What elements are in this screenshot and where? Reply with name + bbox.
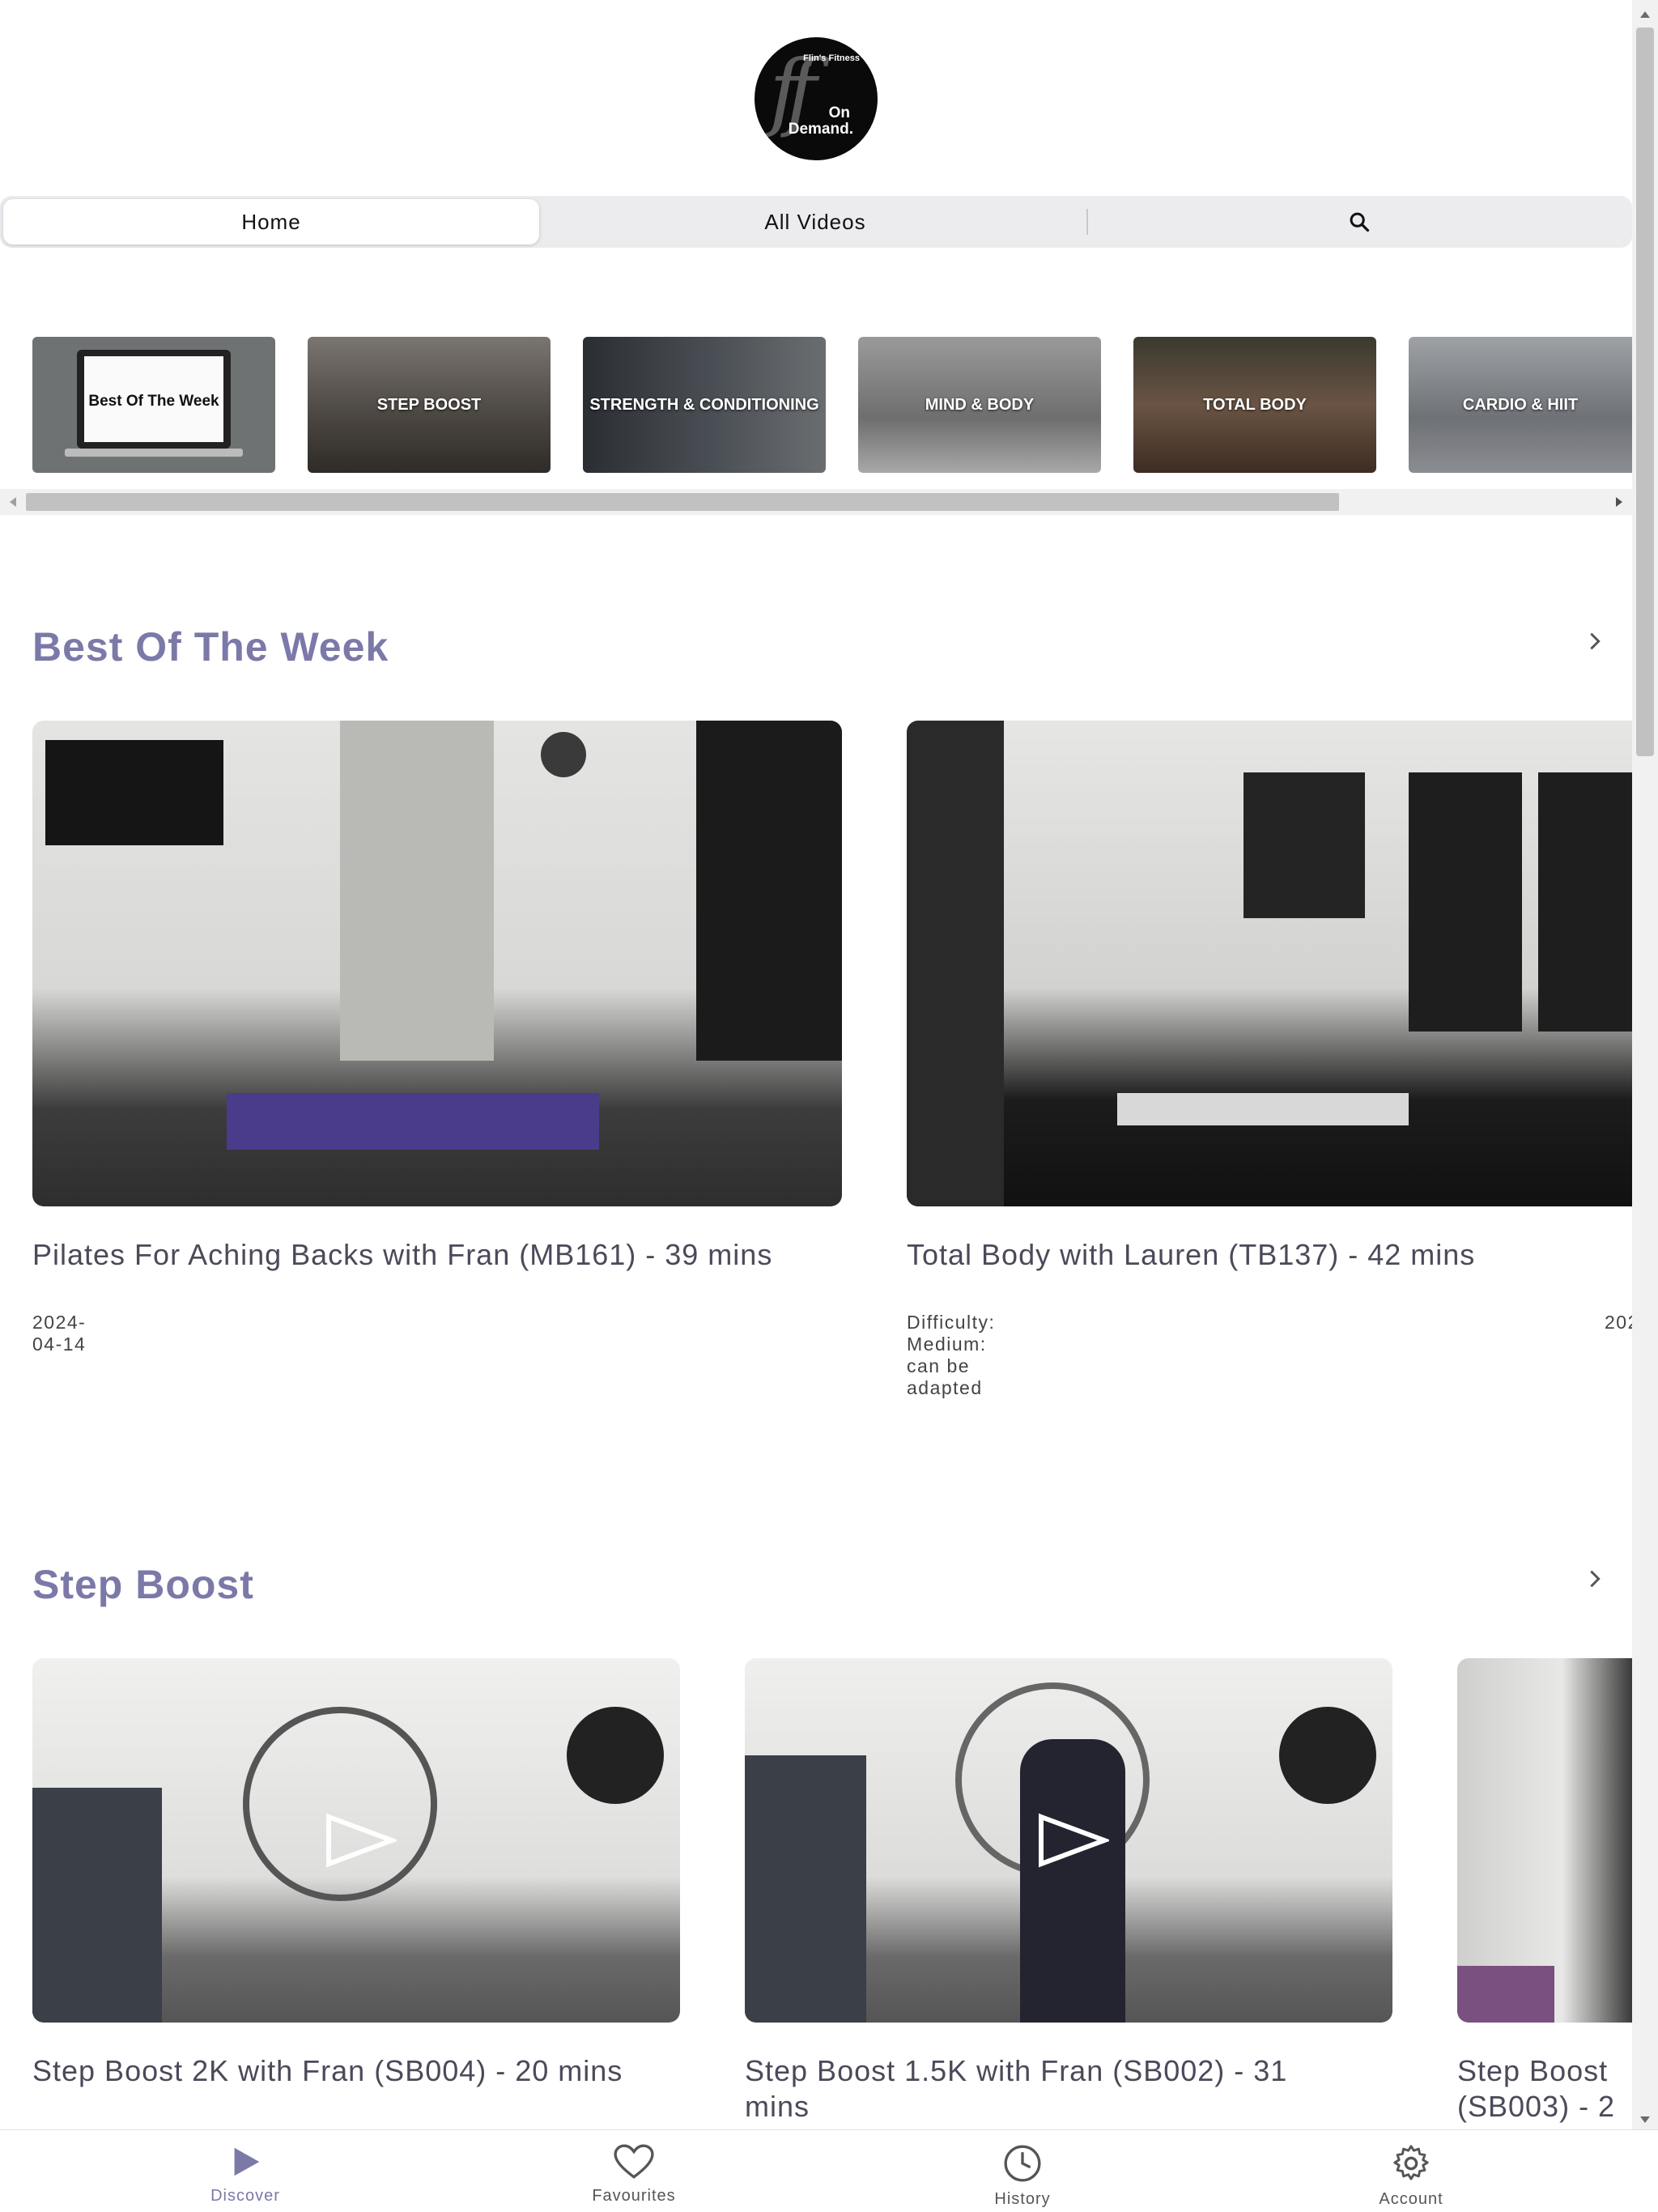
top-tab-bar: Home All Videos: [0, 196, 1632, 248]
scroll-up-arrow[interactable]: [1640, 11, 1650, 18]
video-thumbnail[interactable]: [32, 721, 842, 1206]
nav-history[interactable]: History: [942, 2130, 1103, 2212]
scroll-right-arrow[interactable]: [1616, 497, 1622, 507]
category-total-body[interactable]: TOTAL BODY: [1133, 337, 1376, 473]
thumbnail-equipment: [745, 1755, 866, 2023]
play-icon: [234, 2147, 260, 2176]
nav-label: Account: [1379, 2190, 1443, 2208]
clock-icon: [1004, 2145, 1041, 2182]
tab-home[interactable]: Home: [3, 199, 539, 245]
category-mind-body[interactable]: MIND & BODY: [858, 337, 1101, 473]
nav-favourites[interactable]: Favourites: [553, 2130, 715, 2212]
video-title[interactable]: Total Body with Lauren (TB137) - 42 mins: [907, 1237, 1632, 1273]
thumbnail-blind-2: [1409, 772, 1522, 1032]
logo-line-1: On: [828, 104, 850, 121]
category-scrollbar[interactable]: [0, 489, 1632, 515]
chevron-right-icon[interactable]: [1584, 630, 1606, 653]
thumbnail-doorway: [907, 721, 1004, 1206]
category-cardio-hiit[interactable]: CARDIO & HIIT: [1409, 337, 1632, 473]
category-label: STRENGTH & CONDITIONING: [589, 395, 819, 414]
play-icon[interactable]: [324, 1812, 397, 1869]
section-title-best-of-the-week: Best Of The Week: [32, 624, 389, 670]
scroll-down-arrow[interactable]: [1640, 2116, 1650, 2123]
video-thumbnail[interactable]: [32, 1658, 680, 2023]
thumbnail-person: [1020, 1739, 1125, 2023]
bottom-nav: Discover Favourites History Account: [0, 2129, 1658, 2212]
thumbnail-window-blind: [1244, 772, 1365, 918]
thumbnail-mirror: [340, 721, 494, 1061]
laptop-base: [65, 449, 243, 457]
play-icon[interactable]: [1036, 1812, 1109, 1869]
video-thumbnail[interactable]: [745, 1658, 1392, 2023]
category-scroll-thumb[interactable]: [26, 493, 1339, 511]
tab-search[interactable]: [1088, 199, 1630, 245]
category-label: Best Of The Week: [88, 393, 219, 410]
tab-all-videos[interactable]: All Videos: [544, 199, 1086, 245]
nav-account[interactable]: Account: [1330, 2130, 1492, 2212]
nav-label: Favourites: [592, 2187, 676, 2205]
category-strength-conditioning[interactable]: STRENGTH & CONDITIONING: [583, 337, 826, 473]
logo-brand-name: Flin's Fitness: [803, 53, 860, 63]
thumbnail-mat: [227, 1093, 599, 1150]
video-date-clipped: 202: [1605, 1312, 1632, 1333]
thumbnail-blind-3: [1538, 772, 1632, 1032]
video-thumbnail[interactable]: [907, 721, 1632, 1206]
brand-logo: ff Flin's Fitness On Demand.: [755, 37, 878, 160]
thumbnail-wall-ring: [243, 1707, 437, 1901]
video-title[interactable]: Step Boost 1.5K with Fran (SB002) - 31 m…: [745, 2053, 1360, 2125]
scroll-thumb[interactable]: [1636, 28, 1654, 756]
nav-label: Discover: [210, 2187, 280, 2205]
category-label: STEP BOOST: [376, 395, 482, 414]
gear-icon: [1393, 2145, 1429, 2180]
chevron-right-icon[interactable]: [1584, 1568, 1606, 1590]
section-title-step-boost: Step Boost: [32, 1562, 254, 1607]
category-label: MIND & BODY: [925, 395, 1035, 414]
logo-line-2: Demand.: [788, 121, 853, 138]
nav-discover[interactable]: Discover: [164, 2130, 326, 2212]
thumbnail-ball: [567, 1707, 664, 1804]
video-title[interactable]: Step Boost 2K with Fran (SB004) - 20 min…: [32, 2053, 680, 2089]
scroll-left-arrow[interactable]: [10, 497, 16, 507]
category-label: CARDIO & HIIT: [1462, 395, 1579, 414]
heart-icon: [614, 2144, 654, 2179]
thumbnail-banner: [696, 721, 842, 1061]
thumbnail-tv: [45, 740, 223, 845]
search-icon: [1350, 212, 1370, 232]
thumbnail-floor: [1457, 1966, 1554, 2023]
thumbnail-mat: [1117, 1093, 1409, 1125]
thumbnail-ball: [1279, 1707, 1376, 1804]
nav-label: History: [994, 2190, 1051, 2208]
vertical-scrollbar[interactable]: [1632, 0, 1658, 2129]
thumbnail-logo: [541, 732, 586, 777]
video-difficulty: Difficulty: Medium: can be adapted: [907, 1312, 996, 1398]
thumbnail-equipment: [32, 1788, 162, 2023]
video-date: 2024-04-14: [32, 1312, 87, 1355]
category-step-boost[interactable]: STEP BOOST: [308, 337, 551, 473]
video-title[interactable]: Step Boost (SB003) - 2: [1457, 2053, 1632, 2131]
category-label: TOTAL BODY: [1203, 395, 1307, 414]
category-best-of-the-week[interactable]: Best Of The Week: [32, 337, 275, 473]
video-thumbnail[interactable]: [1457, 1658, 1632, 2023]
video-title[interactable]: Pilates For Aching Backs with Fran (MB16…: [32, 1237, 842, 1273]
